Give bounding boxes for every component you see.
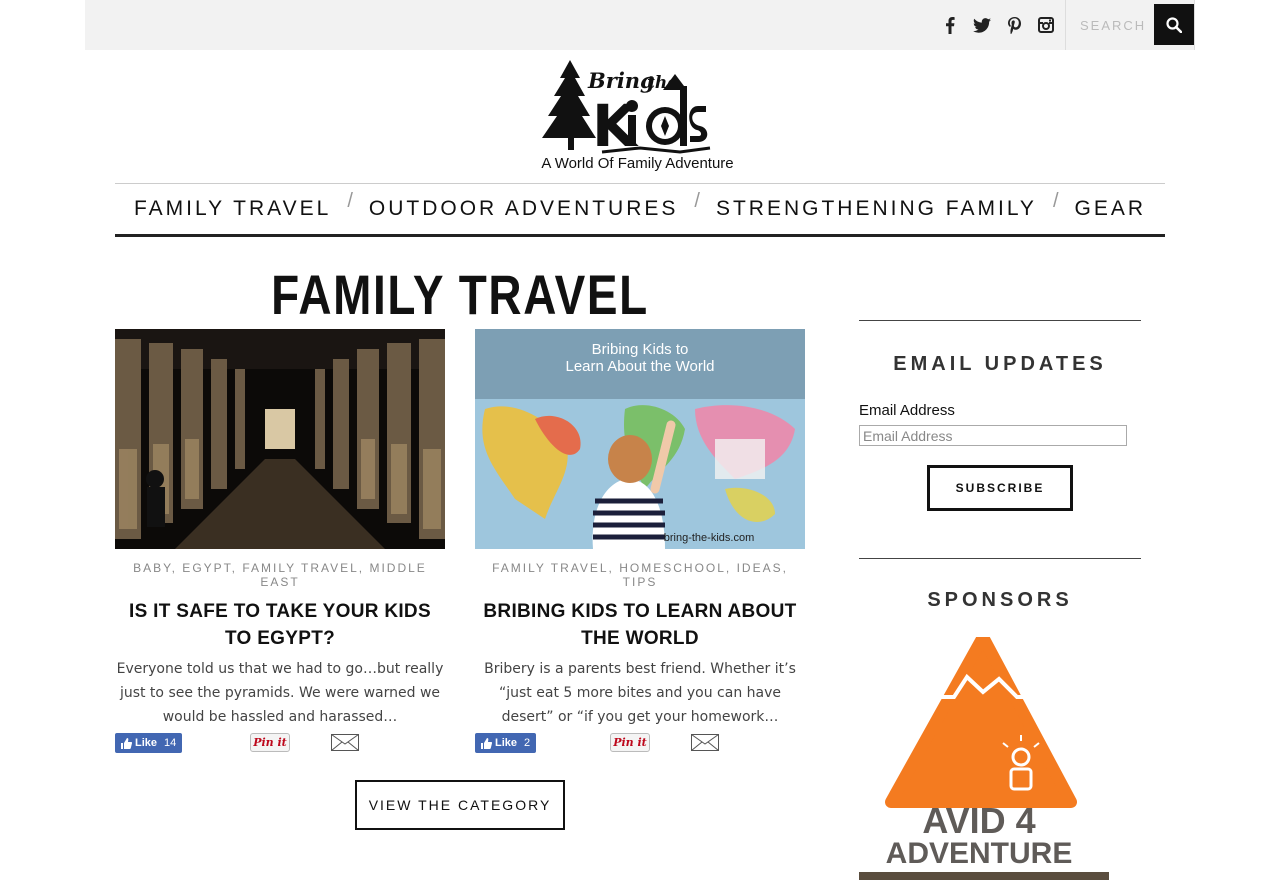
temple-image (115, 329, 445, 549)
top-bar (85, 0, 1195, 50)
post-thumbnail[interactable]: Bribing Kids to Learn About the World br… (475, 329, 805, 549)
pin-it-button[interactable]: Pin it (610, 733, 650, 752)
search-box (1065, 0, 1195, 50)
thumbs-up-icon (121, 737, 132, 749)
pinterest-icon[interactable] (1005, 13, 1023, 37)
image-caption-top: Bribing Kids to (592, 341, 689, 358)
facebook-icon[interactable] (941, 13, 959, 37)
share-bar: Like 14 Pin it (115, 733, 445, 755)
divider (859, 320, 1141, 321)
post-thumbnail[interactable] (115, 329, 445, 549)
logo-tagline: A World Of Family Adventure (541, 155, 734, 172)
nav-item-outdoor-adventures[interactable]: OUTDOOR ADVENTURES (369, 197, 679, 221)
nav-item-family-travel[interactable]: FAMILY TRAVEL (134, 197, 331, 221)
share-bar: Like 2 Pin it (475, 733, 805, 755)
sponsor-name-bottom: ADVENTURE (886, 837, 1073, 865)
post-excerpt: Everyone told us that we had to go…but r… (116, 661, 444, 725)
like-label: Like (495, 737, 518, 749)
like-label: Like (135, 737, 158, 749)
divider (859, 558, 1141, 559)
twitter-icon[interactable] (973, 13, 991, 37)
sponsors-title: SPONSORS (927, 589, 1073, 611)
main-nav: FAMILY TRAVEL / OUTDOOR ADVENTURES / STR… (115, 183, 1165, 237)
post-card: Bribing Kids to Learn About the World br… (475, 329, 805, 755)
post-excerpt: Bribery is a parents best friend. Whethe… (484, 661, 796, 725)
second-sponsor-banner[interactable] (859, 872, 1109, 880)
like-count: 14 (164, 737, 177, 749)
image-caption-bottom: Learn About the World (566, 358, 715, 375)
nav-separator: / (347, 189, 353, 212)
site-logo[interactable]: Bring the K A World Of Family Adventure (530, 58, 745, 176)
nav-item-gear[interactable]: GEAR (1075, 197, 1147, 221)
post-categories[interactable]: BABY, EGYPT, FAMILY TRAVEL, MIDDLE EAST (115, 561, 445, 589)
post-title[interactable]: BRIBING KIDS TO LEARN ABOUT THE WORLD (475, 598, 805, 652)
view-category-button[interactable]: VIEW THE CATEGORY (355, 780, 565, 830)
email-share-icon[interactable] (691, 734, 719, 756)
page-title: FAMILY TRAVEL (271, 263, 649, 326)
email-share-icon[interactable] (331, 734, 359, 756)
sponsor-banner[interactable]: AVID 4 ADVENTURE (859, 631, 1099, 870)
search-input[interactable] (1066, 0, 1154, 50)
email-field[interactable] (859, 425, 1127, 446)
facebook-like-button[interactable]: Like 14 (115, 733, 183, 753)
sponsor-name-top: AVID 4 (922, 800, 1035, 841)
nav-separator: / (694, 189, 700, 212)
image-watermark: bring-the-kids.com (664, 532, 754, 544)
thumbs-up-icon (481, 737, 492, 749)
nav-separator: / (1052, 189, 1059, 212)
like-count: 2 (524, 737, 531, 749)
facebook-like-button[interactable]: Like 2 (475, 733, 537, 753)
email-label: Email Address (859, 402, 955, 419)
instagram-icon[interactable] (1037, 13, 1055, 37)
svg-text:Bring: Bring (587, 68, 655, 93)
post-card: BABY, EGYPT, FAMILY TRAVEL, MIDDLE EAST … (115, 329, 445, 755)
post-categories[interactable]: FAMILY TRAVEL, HOMESCHOOL, IDEAS, TIPS (475, 561, 805, 589)
email-updates-title: EMAIL UPDATES (893, 353, 1107, 375)
post-title[interactable]: IS IT SAFE TO TAKE YOUR KIDS TO EGYPT? (115, 598, 445, 652)
social-links (941, 13, 1055, 37)
map-image: Bribing Kids to Learn About the World br… (475, 329, 805, 549)
search-button[interactable] (1154, 4, 1194, 45)
logo-graphic: Bring the K (542, 60, 711, 160)
nav-item-strengthening-family[interactable]: STRENGTHENING FAMILY (716, 197, 1037, 221)
pin-it-button[interactable]: Pin it (250, 733, 290, 752)
sidebar: EMAIL UPDATES Email Address SUBSCRIBE SP… (859, 320, 1141, 880)
search-icon (1166, 16, 1182, 33)
avid4-adventure-logo: AVID 4 ADVENTURE (859, 631, 1099, 870)
subscribe-button[interactable]: SUBSCRIBE (927, 465, 1073, 511)
